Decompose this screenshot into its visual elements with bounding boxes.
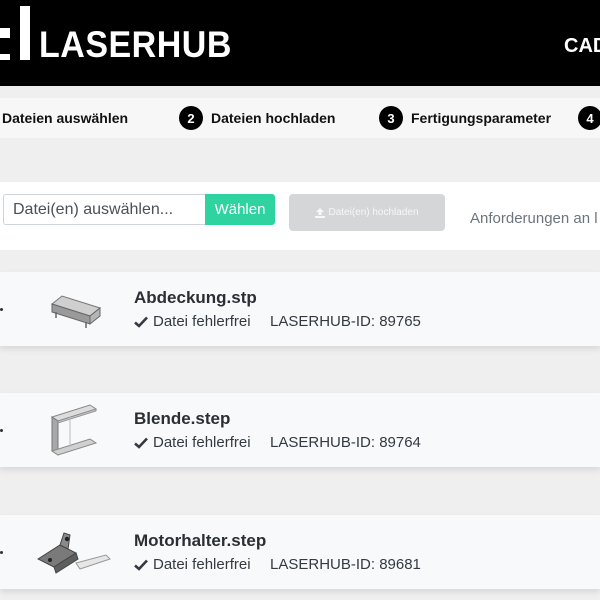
check-icon	[134, 559, 148, 571]
step-label: Dateien auswählen	[2, 110, 129, 126]
step-number: 3	[379, 106, 403, 130]
step-number: 4	[578, 106, 600, 130]
upload-bar: Wählen Datei(en) hochladen Anforderungen…	[0, 182, 600, 250]
upload-button-label: Datei(en) hochladen	[328, 207, 419, 218]
step-4[interactable]: 4	[578, 98, 600, 138]
file-status: Datei fehlerfrei	[134, 556, 251, 573]
top-navbar: LASERHUB CAD	[0, 0, 600, 86]
laserhub-id: LASERHUB-ID: 89765	[270, 313, 421, 330]
part-motor-mount-icon	[36, 532, 111, 574]
check-icon	[134, 437, 148, 449]
step-manufacturing-parameters[interactable]: 3 Fertigungsparameter	[379, 98, 551, 138]
file-status-text: Datei fehlerfrei	[153, 434, 251, 451]
file-name[interactable]: Blende.step	[134, 409, 230, 429]
choose-file-button[interactable]: Wählen	[205, 194, 275, 225]
step-upload-files[interactable]: 2 Dateien hochladen	[179, 98, 335, 138]
row-marker	[0, 551, 3, 554]
file-status: Datei fehlerfrei	[134, 313, 251, 330]
file-select-input[interactable]	[3, 194, 206, 225]
upload-icon	[315, 207, 326, 218]
laserhub-logo-icon[interactable]	[0, 6, 30, 60]
brand-name[interactable]: LASERHUB	[39, 27, 232, 64]
file-card: Abdeckung.stp Datei fehlerfrei LASERHUB-…	[0, 272, 600, 346]
file-status: Datei fehlerfrei	[134, 434, 251, 451]
step-select-files[interactable]: 1 Dateien auswählen	[0, 98, 128, 138]
file-name[interactable]: Motorhalter.step	[134, 531, 266, 551]
requirements-link[interactable]: Anforderungen an l	[470, 210, 598, 227]
row-marker	[0, 429, 3, 432]
progress-steps: 1 Dateien auswählen 2 Dateien hochladen …	[0, 98, 600, 138]
step-label: Dateien hochladen	[211, 110, 336, 126]
file-card: Motorhalter.step Datei fehlerfrei LASERH…	[0, 515, 600, 589]
part-cover-icon	[50, 295, 102, 328]
file-status-text: Datei fehlerfrei	[153, 556, 251, 573]
upload-files-button[interactable]: Datei(en) hochladen	[289, 194, 445, 231]
step-label: Fertigungsparameter	[411, 110, 552, 126]
file-card: Blende.step Datei fehlerfrei LASERHUB-ID…	[0, 393, 600, 467]
part-bracket-icon	[50, 404, 98, 456]
file-status-text: Datei fehlerfrei	[153, 313, 251, 330]
nav-link-cad[interactable]: CAD	[564, 36, 600, 56]
step-number: 2	[179, 106, 203, 130]
laserhub-id: LASERHUB-ID: 89764	[270, 434, 421, 451]
check-icon	[134, 316, 148, 328]
file-name[interactable]: Abdeckung.stp	[134, 288, 257, 308]
laserhub-id: LASERHUB-ID: 89681	[270, 556, 421, 573]
row-marker	[0, 308, 3, 311]
